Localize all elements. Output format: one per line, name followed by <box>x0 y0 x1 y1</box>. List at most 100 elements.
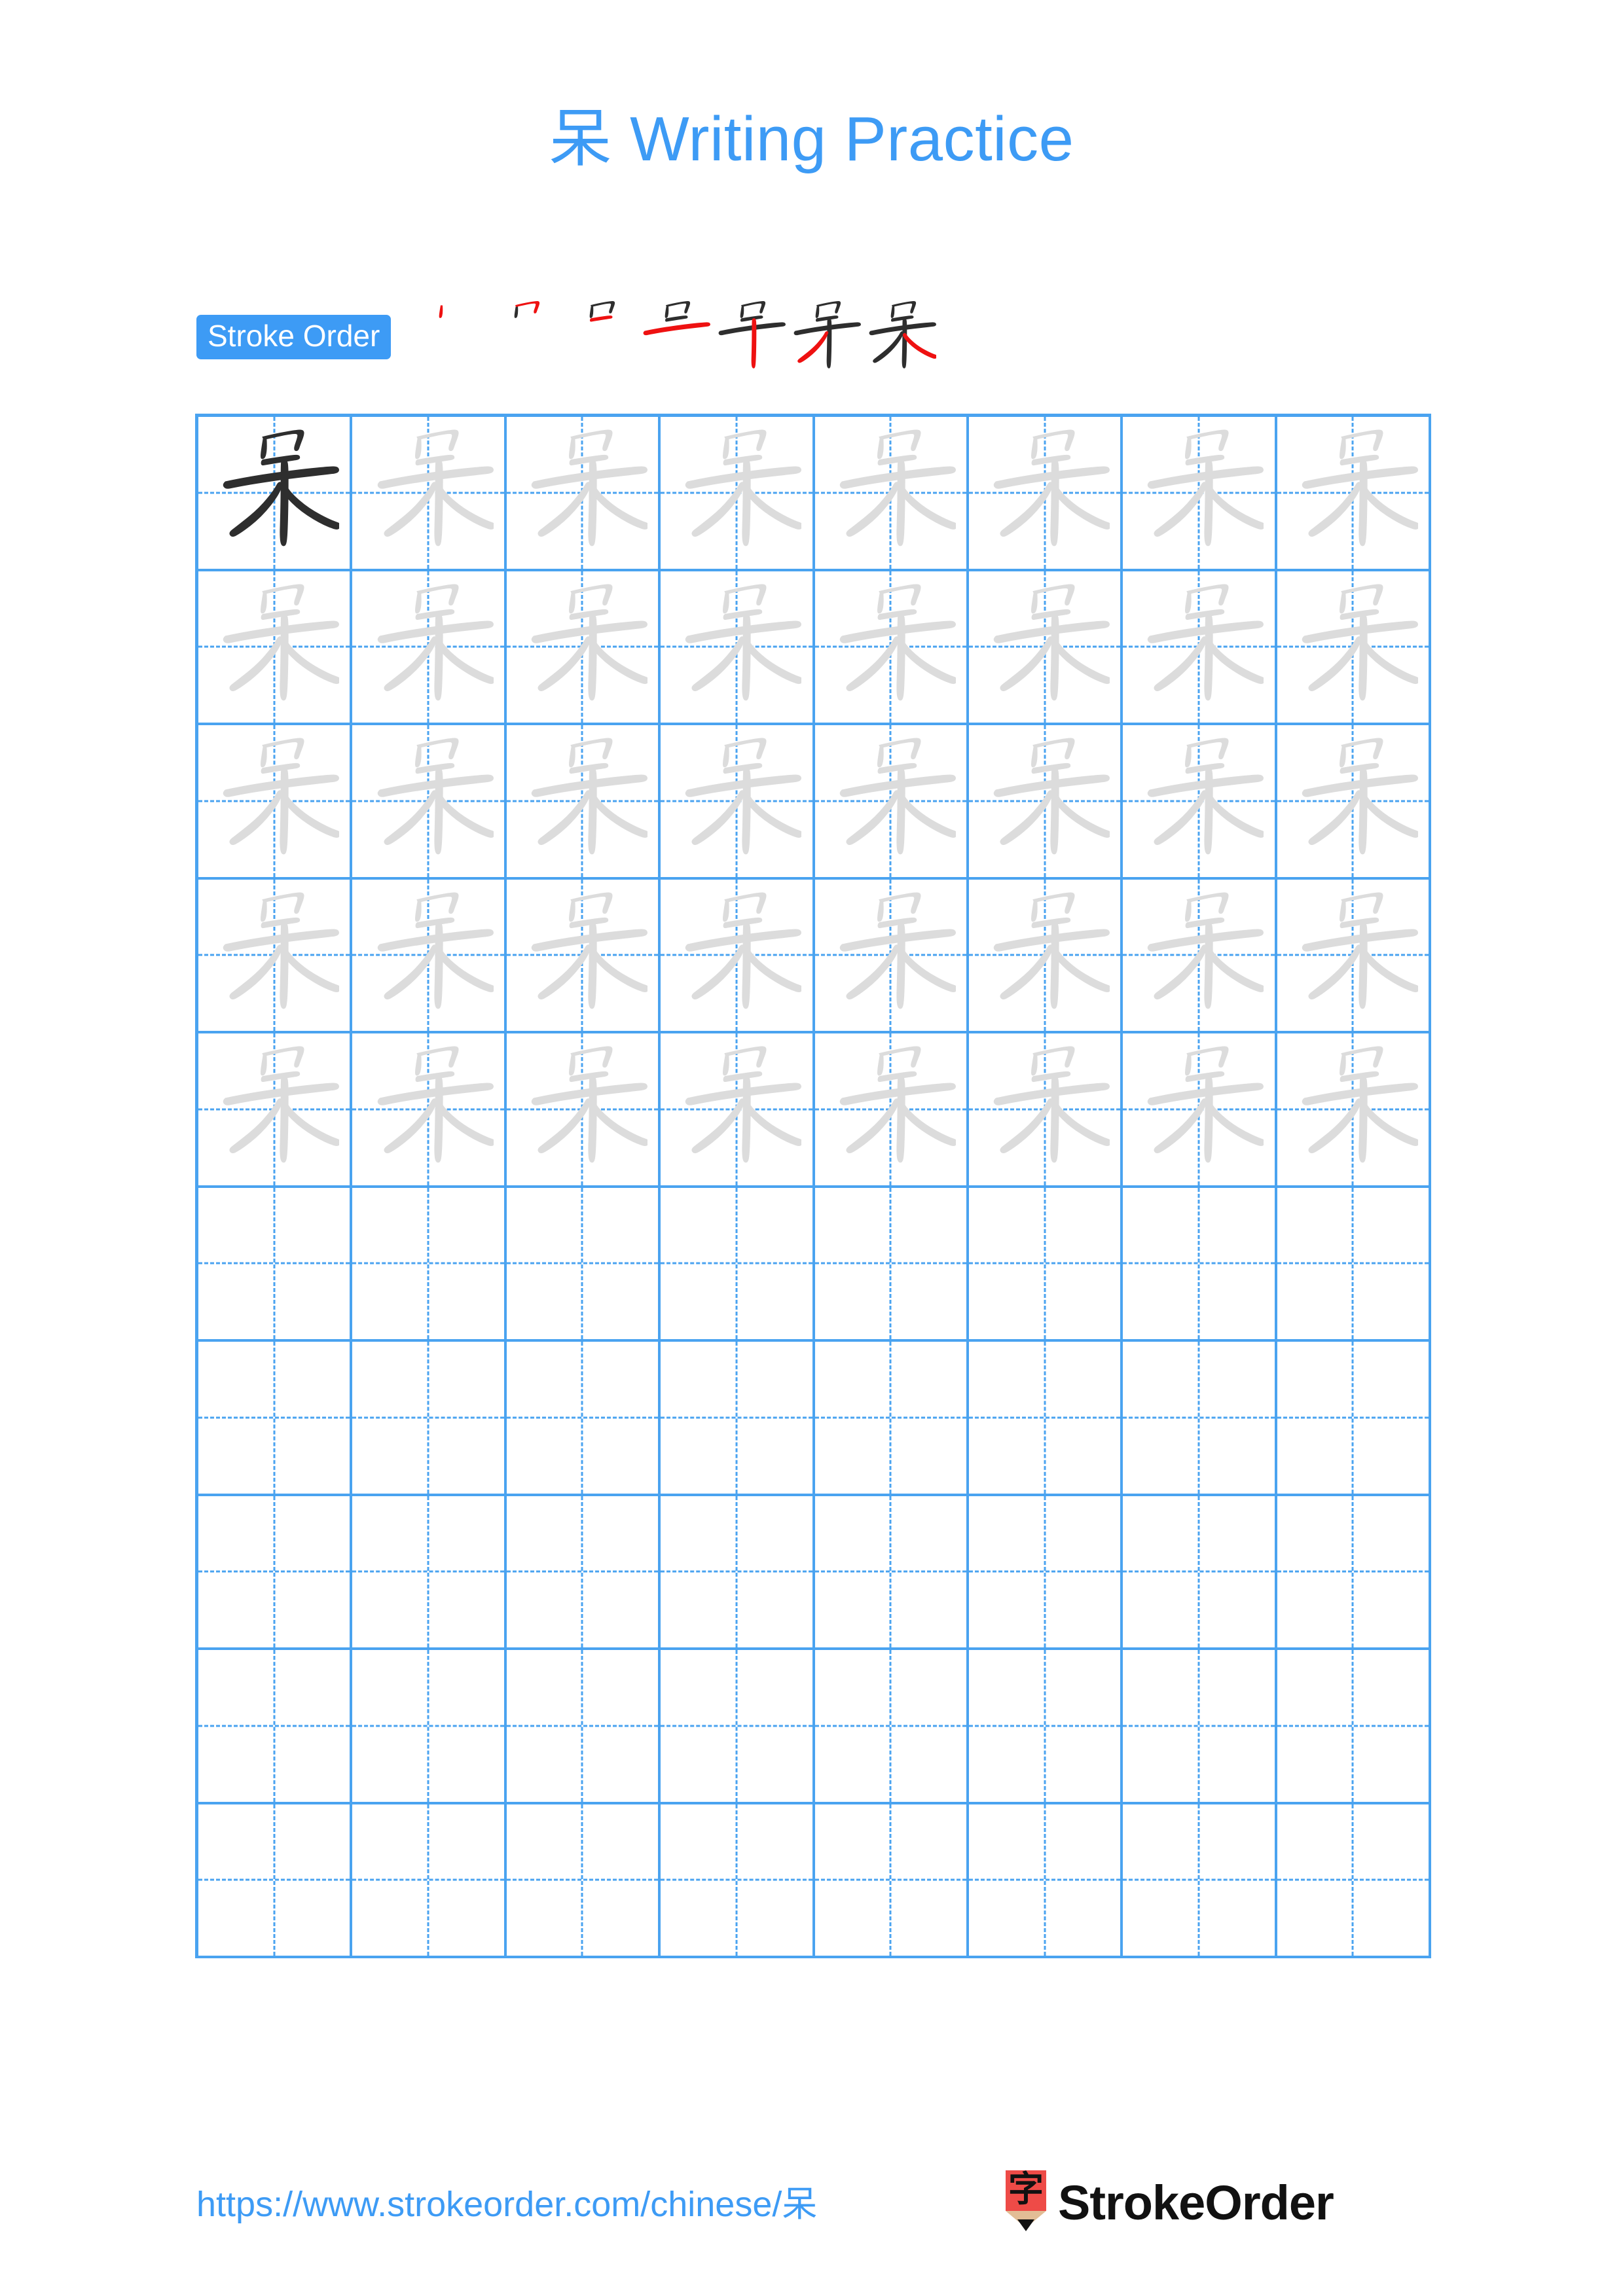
grid-cell-r1c5[interactable] <box>815 417 969 569</box>
grid-cell-r10c1[interactable] <box>198 1804 353 1956</box>
grid-cell-r7c1[interactable] <box>198 1342 353 1494</box>
grid-cell-r3c6[interactable] <box>969 725 1123 877</box>
trace-character <box>352 417 503 569</box>
trace-character <box>815 725 966 877</box>
grid-cell-r8c6[interactable] <box>969 1496 1123 1647</box>
grid-cell-r4c1[interactable] <box>198 879 353 1031</box>
grid-row <box>198 1496 1431 1650</box>
grid-cell-r1c6[interactable] <box>969 417 1123 569</box>
grid-cell-r8c3[interactable] <box>507 1496 661 1647</box>
trace-character <box>1123 725 1274 877</box>
grid-cell-r6c1[interactable] <box>198 1187 353 1339</box>
grid-cell-r7c7[interactable] <box>1123 1342 1277 1494</box>
grid-cell-r4c6[interactable] <box>969 879 1123 1031</box>
grid-cell-r9c3[interactable] <box>507 1650 661 1802</box>
grid-cell-r6c3[interactable] <box>507 1187 661 1339</box>
grid-cell-r6c7[interactable] <box>1123 1187 1277 1339</box>
grid-cell-r5c3[interactable] <box>507 1033 661 1185</box>
grid-cell-r2c1[interactable] <box>198 571 353 723</box>
trace-character <box>661 880 812 1031</box>
grid-cell-r2c8[interactable] <box>1277 571 1431 723</box>
grid-cell-r4c8[interactable] <box>1277 879 1431 1031</box>
grid-cell-r9c7[interactable] <box>1123 1650 1277 1802</box>
trace-character <box>352 571 503 723</box>
trace-character <box>1123 880 1274 1031</box>
grid-cell-r2c7[interactable] <box>1123 571 1277 723</box>
grid-cell-r4c2[interactable] <box>352 879 507 1031</box>
grid-cell-r10c2[interactable] <box>352 1804 507 1956</box>
grid-cell-r10c4[interactable] <box>661 1804 815 1956</box>
grid-cell-r9c4[interactable] <box>661 1650 815 1802</box>
grid-cell-r3c3[interactable] <box>507 725 661 877</box>
grid-cell-r5c8[interactable] <box>1277 1033 1431 1185</box>
grid-cell-r4c3[interactable] <box>507 879 661 1031</box>
grid-cell-r8c7[interactable] <box>1123 1496 1277 1647</box>
trace-character <box>969 417 1120 569</box>
footer-brand[interactable]: 字 StrokeOrder <box>1006 2170 1334 2236</box>
grid-cell-r9c5[interactable] <box>815 1650 969 1802</box>
grid-cell-r10c7[interactable] <box>1123 1804 1277 1956</box>
grid-cell-r10c3[interactable] <box>507 1804 661 1956</box>
grid-cell-r7c5[interactable] <box>815 1342 969 1494</box>
footer-url[interactable]: https://www.strokeorder.com/chinese/呆 <box>196 2183 817 2226</box>
grid-cell-r7c2[interactable] <box>352 1342 507 1494</box>
grid-cell-r9c6[interactable] <box>969 1650 1123 1802</box>
grid-cell-r6c5[interactable] <box>815 1187 969 1339</box>
grid-cell-r8c2[interactable] <box>352 1496 507 1647</box>
trace-character <box>1123 1033 1274 1185</box>
grid-cell-r3c5[interactable] <box>815 725 969 877</box>
grid-cell-r2c6[interactable] <box>969 571 1123 723</box>
grid-cell-r9c8[interactable] <box>1277 1650 1431 1802</box>
grid-cell-r3c8[interactable] <box>1277 725 1431 877</box>
grid-cell-r2c5[interactable] <box>815 571 969 723</box>
grid-cell-r5c5[interactable] <box>815 1033 969 1185</box>
grid-cell-r10c8[interactable] <box>1277 1804 1431 1956</box>
grid-cell-r10c5[interactable] <box>815 1804 969 1956</box>
grid-cell-r7c4[interactable] <box>661 1342 815 1494</box>
grid-cell-r1c3[interactable] <box>507 417 661 569</box>
grid-cell-r3c7[interactable] <box>1123 725 1277 877</box>
grid-cell-r4c4[interactable] <box>661 879 815 1031</box>
stroke-order-steps <box>409 300 937 375</box>
grid-cell-r4c7[interactable] <box>1123 879 1277 1031</box>
grid-cell-r5c6[interactable] <box>969 1033 1123 1185</box>
grid-cell-r3c2[interactable] <box>352 725 507 877</box>
trace-character <box>507 571 658 723</box>
grid-cell-r7c8[interactable] <box>1277 1342 1431 1494</box>
grid-cell-r4c5[interactable] <box>815 879 969 1031</box>
grid-cell-r9c1[interactable] <box>198 1650 353 1802</box>
grid-cell-r10c6[interactable] <box>969 1804 1123 1956</box>
grid-cell-r8c4[interactable] <box>661 1496 815 1647</box>
grid-row <box>198 879 1431 1033</box>
trace-character <box>815 880 966 1031</box>
grid-cell-r9c2[interactable] <box>352 1650 507 1802</box>
grid-cell-r5c7[interactable] <box>1123 1033 1277 1185</box>
grid-cell-r8c5[interactable] <box>815 1496 969 1647</box>
grid-cell-r3c1[interactable] <box>198 725 353 877</box>
grid-cell-r1c2[interactable] <box>352 417 507 569</box>
stroke-step-1 <box>409 300 484 375</box>
grid-cell-r6c4[interactable] <box>661 1187 815 1339</box>
grid-cell-r7c6[interactable] <box>969 1342 1123 1494</box>
grid-cell-r8c1[interactable] <box>198 1496 353 1647</box>
grid-cell-r6c8[interactable] <box>1277 1187 1431 1339</box>
grid-cell-r5c1[interactable] <box>198 1033 353 1185</box>
grid-cell-r1c4[interactable] <box>661 417 815 569</box>
grid-row <box>198 725 1431 880</box>
grid-cell-r5c4[interactable] <box>661 1033 815 1185</box>
grid-cell-r7c3[interactable] <box>507 1342 661 1494</box>
grid-row <box>198 1187 1431 1342</box>
grid-cell-r6c6[interactable] <box>969 1187 1123 1339</box>
grid-cell-r2c4[interactable] <box>661 571 815 723</box>
grid-cell-r6c2[interactable] <box>352 1187 507 1339</box>
grid-cell-r3c4[interactable] <box>661 725 815 877</box>
grid-cell-r1c7[interactable] <box>1123 417 1277 569</box>
grid-cell-r2c2[interactable] <box>352 571 507 723</box>
grid-cell-r1c1[interactable] <box>198 417 353 569</box>
grid-cell-r2c3[interactable] <box>507 571 661 723</box>
trace-character <box>815 417 966 569</box>
grid-cell-r8c8[interactable] <box>1277 1496 1431 1647</box>
grid-cell-r1c8[interactable] <box>1277 417 1431 569</box>
grid-cell-r5c2[interactable] <box>352 1033 507 1185</box>
page-title: 呆 Writing Practice <box>549 104 1074 174</box>
